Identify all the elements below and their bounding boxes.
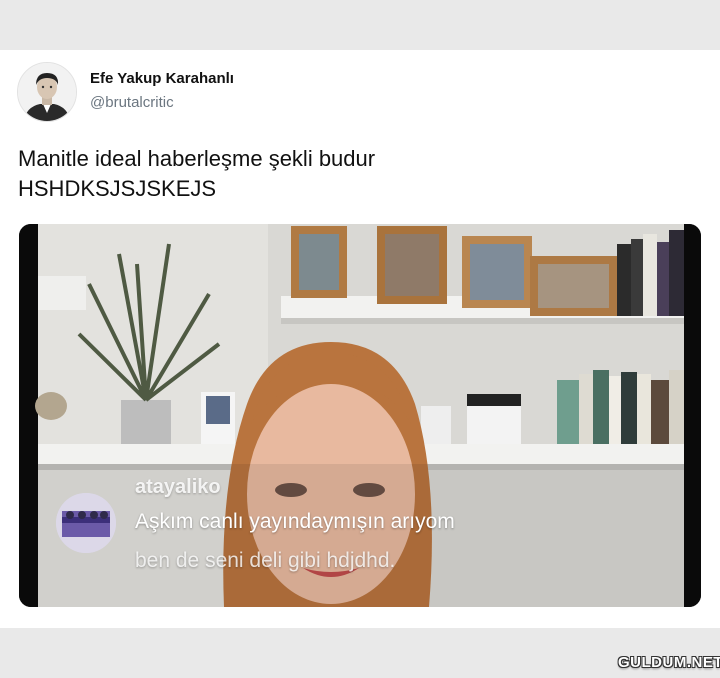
tweet-text-line2: HSHDKSJSJSKEJS: [18, 176, 217, 201]
commenter-avatar-image: [56, 493, 116, 553]
author-name[interactable]: Efe Yakup Karahanlı: [90, 70, 234, 87]
author-handle[interactable]: @brutalcritic: [90, 94, 174, 111]
comment-message-line2: ben de seni deli gibi hdjdhd.: [135, 549, 396, 572]
top-band: [0, 0, 720, 50]
commenter-avatar[interactable]: [56, 493, 116, 553]
author-avatar[interactable]: [17, 62, 77, 122]
comment-username[interactable]: atayaliko: [135, 476, 221, 499]
site-watermark: GULDUM.NET: [618, 654, 720, 671]
tweet-text: Manitle ideal haberleşme şekli budur HSH…: [18, 144, 698, 204]
bottom-band: [0, 628, 720, 678]
tweet-text-line1: Manitle ideal haberleşme şekli budur: [18, 146, 376, 171]
avatar-portrait: [18, 63, 76, 121]
comment-message-line1: Aşkım canlı yayındaymışın arıyom: [135, 510, 455, 533]
